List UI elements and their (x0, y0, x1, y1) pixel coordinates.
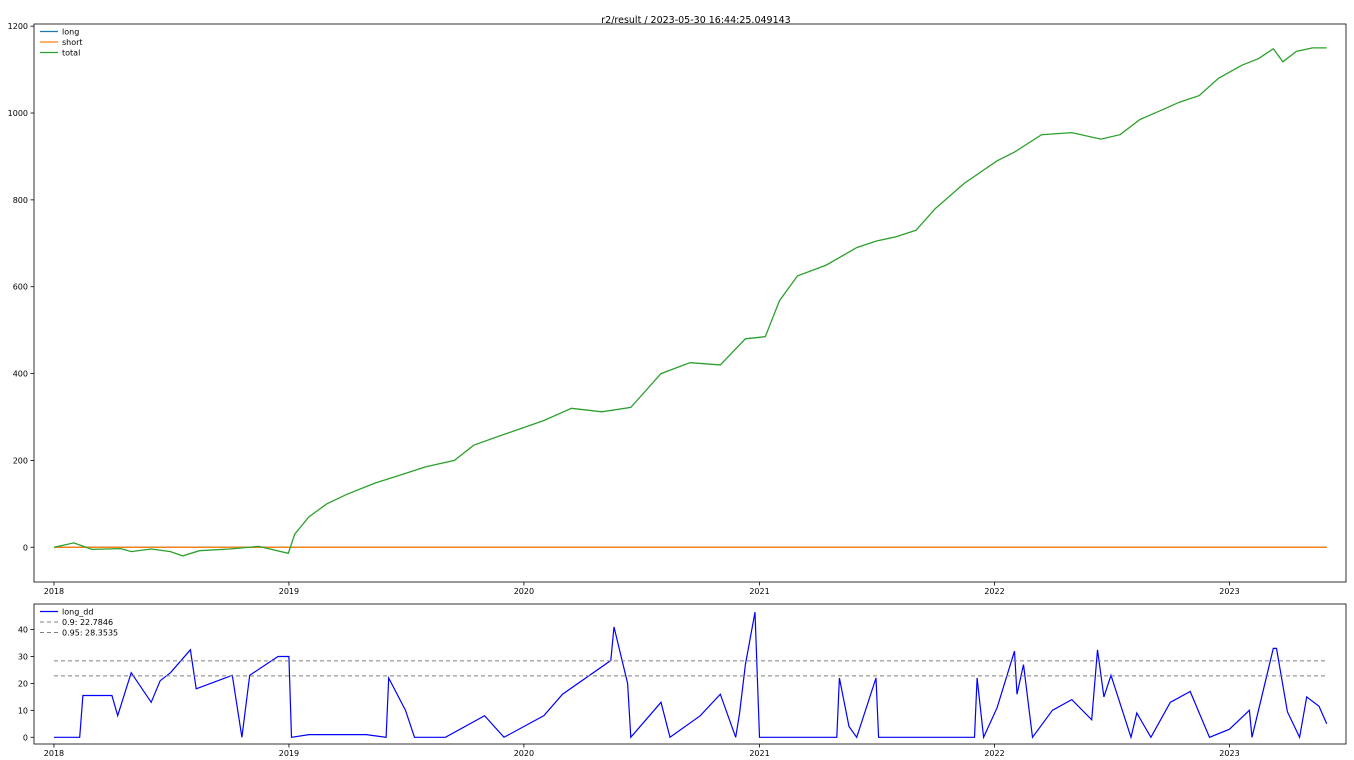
chart1-y-tick-label: 40 (18, 626, 28, 635)
chart0-y-tick-label: 200 (13, 456, 28, 465)
chart1-x-tick-label: 2022 (984, 749, 1004, 758)
figure: 2018 2019 2020 2021 2022 20230200400600800100… (0, 0, 1354, 760)
chart1-legend-label-2: 0.95: 28.3535 (62, 629, 118, 638)
chart1-legend-label-1: 0.9: 22.7846 (62, 618, 113, 627)
chart0-x-tick-label: 2018 (44, 587, 64, 596)
chart1-x-tick-label: 2020 (514, 749, 534, 758)
chart0-x-tick-label: 2021 (749, 587, 769, 596)
chart0-y-tick-label: 400 (13, 370, 28, 379)
chart1-y-tick-label: 0 (23, 733, 28, 742)
chart0-legend-label-1: short (62, 38, 83, 47)
chart1-y-tick-label: 10 (18, 706, 28, 715)
figure-background (0, 0, 1354, 760)
chart0-legend-label-0: long (62, 28, 79, 37)
chart0-x-tick-label: 2022 (984, 587, 1004, 596)
chart0-x-tick-label: 2019 (279, 587, 299, 596)
chart0-x-tick-label: 2023 (1219, 587, 1239, 596)
chart1-legend-label-0: long_dd (62, 608, 93, 617)
chart0-y-tick-label: 600 (13, 283, 28, 292)
chart0-legend-label-2: total (62, 49, 80, 58)
chart1-x-tick-label: 2019 (279, 749, 299, 758)
chart0-y-tick-label: 800 (13, 196, 28, 205)
chart0-y-tick-label: 0 (23, 543, 28, 552)
chart1-x-tick-label: 2023 (1219, 749, 1239, 758)
chart1-y-tick-label: 30 (18, 653, 28, 662)
chart0-y-tick-label: 1200 (8, 22, 28, 31)
chart1-x-tick-label: 2021 (749, 749, 769, 758)
chart1-y-tick-label: 20 (18, 679, 28, 688)
chart0-title: r2/result / 2023-05-30 16:44:25.049143 (601, 15, 790, 26)
chart0-x-tick-label: 2020 (514, 587, 534, 596)
chart1-x-tick-label: 2018 (44, 749, 64, 758)
chart0-legend: longshort total (40, 28, 83, 58)
chart0-y-tick-label: 1000 (8, 109, 28, 118)
